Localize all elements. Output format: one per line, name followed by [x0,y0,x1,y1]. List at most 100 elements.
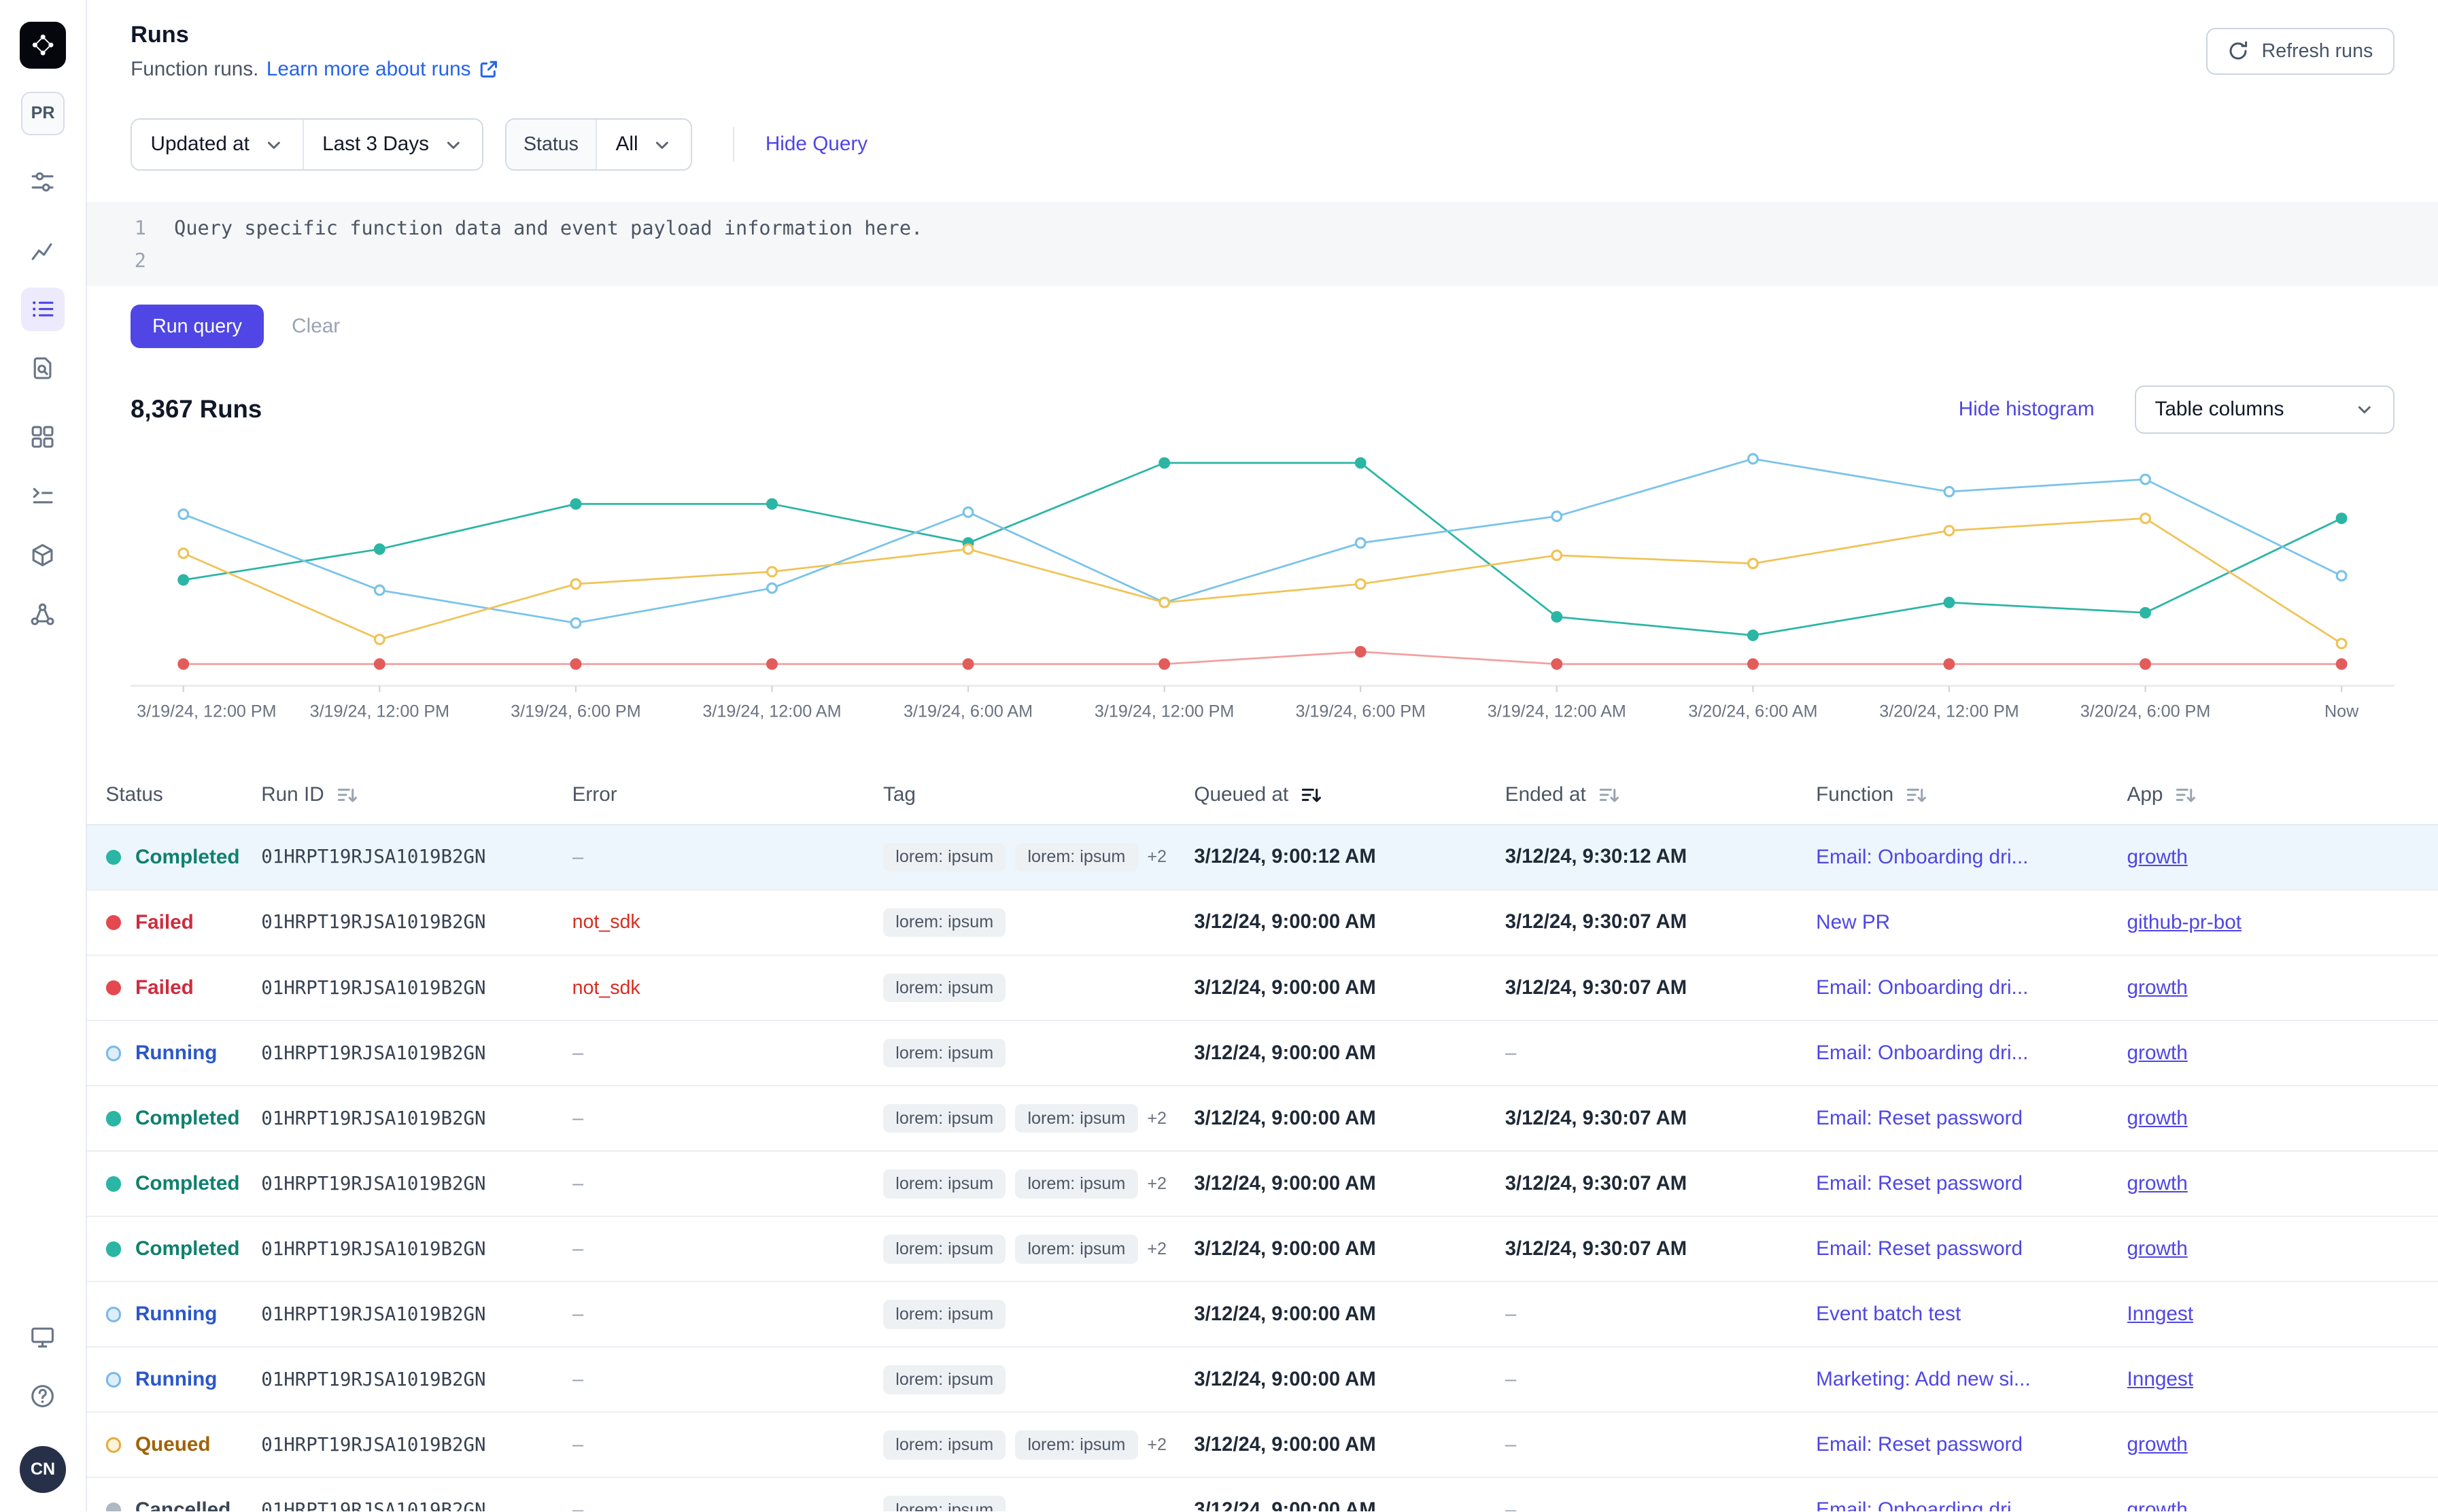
table-row[interactable]: Completed01HRPT19RJSA1019B2GN–lorem: ips… [87,1086,2438,1152]
data-point-running[interactable] [571,618,581,628]
column-header-function[interactable]: Function [1816,783,2127,806]
column-header-queued-at[interactable]: Queued at [1194,783,1505,806]
data-point-completed[interactable] [179,575,188,585]
table-row[interactable]: Completed01HRPT19RJSA1019B2GN–lorem: ips… [87,1152,2438,1217]
data-point-failed[interactable] [571,659,581,668]
data-point-running[interactable] [179,509,188,519]
app-link[interactable]: Inngest [2127,1368,2194,1391]
data-point-queued[interactable] [2141,513,2150,523]
webhooks-icon[interactable] [21,592,65,636]
app-link[interactable]: growth [2127,1107,2188,1130]
column-header-run-id[interactable]: Run ID [261,783,572,806]
data-point-failed[interactable] [1944,659,1954,668]
table-row[interactable]: Queued01HRPT19RJSA1019B2GN–lorem: ipsuml… [87,1413,2438,1478]
table-row[interactable]: Completed01HRPT19RJSA1019B2GN–lorem: ips… [87,1217,2438,1282]
data-point-failed[interactable] [1749,659,1758,668]
environment-badge[interactable]: PR [21,92,65,135]
app-link[interactable]: github-pr-bot [2127,911,2242,934]
data-point-completed[interactable] [375,544,385,553]
data-point-running[interactable] [768,583,777,593]
table-row[interactable]: Running01HRPT19RJSA1019B2GN–lorem: ipsum… [87,1021,2438,1086]
data-point-failed[interactable] [179,659,188,668]
column-header-ended-at[interactable]: Ended at [1505,783,1816,806]
function-link[interactable]: Email: Reset password [1816,1433,2023,1456]
table-row[interactable]: Failed01HRPT19RJSA1019B2GNnot_sdklorem: … [87,891,2438,956]
data-point-failed[interactable] [2337,659,2346,668]
functions-icon[interactable] [21,474,65,517]
learn-more-link[interactable]: Learn more about runs [267,58,499,81]
table-columns-dropdown[interactable]: Table columns [2135,385,2394,434]
run-query-button[interactable]: Run query [131,305,264,348]
time-range-dropdown[interactable]: Last 3 Days [303,120,482,170]
data-point-completed[interactable] [1944,598,1954,607]
data-point-completed[interactable] [571,499,581,509]
table-row[interactable]: Failed01HRPT19RJSA1019B2GNnot_sdklorem: … [87,956,2438,1021]
app-link[interactable]: growth [2127,1433,2188,1456]
table-row[interactable]: Running01HRPT19RJSA1019B2GN–lorem: ipsum… [87,1282,2438,1347]
function-link[interactable]: New PR [1816,911,1890,934]
table-row[interactable]: Cancelled01HRPT19RJSA1019B2GN–lorem: ips… [87,1478,2438,1511]
app-link[interactable]: growth [2127,1498,2188,1511]
apps-grid-icon[interactable] [21,415,65,459]
data-point-completed[interactable] [1749,630,1758,640]
data-point-running[interactable] [1356,538,1365,547]
data-point-queued[interactable] [571,579,581,589]
data-point-completed[interactable] [2141,608,2150,617]
data-point-queued[interactable] [179,548,188,557]
runs-list-icon[interactable] [21,288,65,331]
data-point-completed[interactable] [1160,458,1169,468]
function-link[interactable]: Email: Reset password [1816,1172,2023,1195]
function-link[interactable]: Email: Onboarding dri... [1816,1498,2028,1511]
function-link[interactable]: Email: Onboarding dri... [1816,1042,2028,1065]
data-point-completed[interactable] [1552,612,1562,621]
help-icon[interactable] [21,1375,65,1418]
data-point-running[interactable] [1552,511,1562,521]
data-point-failed[interactable] [1356,647,1365,656]
data-point-queued[interactable] [1944,526,1954,535]
data-point-queued[interactable] [768,567,777,577]
data-point-failed[interactable] [375,659,385,668]
hide-histogram-link[interactable]: Hide histogram [1959,398,2095,421]
app-link[interactable]: growth [2127,1042,2188,1065]
data-point-failed[interactable] [1552,659,1562,668]
sort-field-dropdown[interactable]: Updated at [132,120,303,170]
query-editor[interactable]: 1 Query specific function data and event… [87,202,2438,286]
user-avatar[interactable]: CN [20,1446,67,1493]
app-link[interactable]: Inngest [2127,1303,2194,1326]
column-header-app[interactable]: App [2127,783,2420,806]
table-row[interactable]: Completed01HRPT19RJSA1019B2GN–lorem: ips… [87,825,2438,891]
data-point-queued[interactable] [1552,550,1562,560]
data-point-failed[interactable] [768,659,777,668]
app-link[interactable]: growth [2127,976,2188,999]
data-point-completed[interactable] [768,499,777,509]
event-search-icon[interactable] [21,347,65,390]
data-point-running[interactable] [1749,454,1758,464]
function-link[interactable]: Email: Onboarding dri... [1816,846,2028,869]
data-point-running[interactable] [2337,571,2346,581]
metrics-icon[interactable] [21,228,65,272]
deploys-cube-icon[interactable] [21,533,65,577]
app-link[interactable]: growth [2127,846,2188,869]
data-point-queued[interactable] [963,544,973,553]
data-point-failed[interactable] [2141,659,2150,668]
function-link[interactable]: Event batch test [1816,1303,1961,1326]
data-point-completed[interactable] [2337,513,2346,523]
table-row[interactable]: Running01HRPT19RJSA1019B2GN–lorem: ipsum… [87,1347,2438,1413]
inngest-logo[interactable] [20,22,67,69]
refresh-runs-button[interactable]: Refresh runs [2206,28,2394,75]
data-point-queued[interactable] [375,634,385,644]
data-point-completed[interactable] [1356,458,1365,468]
hide-query-link[interactable]: Hide Query [766,133,868,156]
data-point-failed[interactable] [963,659,973,668]
app-link[interactable]: growth [2127,1237,2188,1260]
clear-query-button[interactable]: Clear [292,315,340,338]
data-point-queued[interactable] [1160,598,1169,607]
app-link[interactable]: growth [2127,1172,2188,1195]
data-point-running[interactable] [375,585,385,595]
data-point-queued[interactable] [1749,558,1758,568]
data-point-failed[interactable] [1160,659,1169,668]
function-link[interactable]: Email: Onboarding dri... [1816,976,2028,999]
function-link[interactable]: Email: Reset password [1816,1237,2023,1260]
filter-icon[interactable] [21,160,65,204]
function-link[interactable]: Marketing: Add new si... [1816,1368,2031,1391]
